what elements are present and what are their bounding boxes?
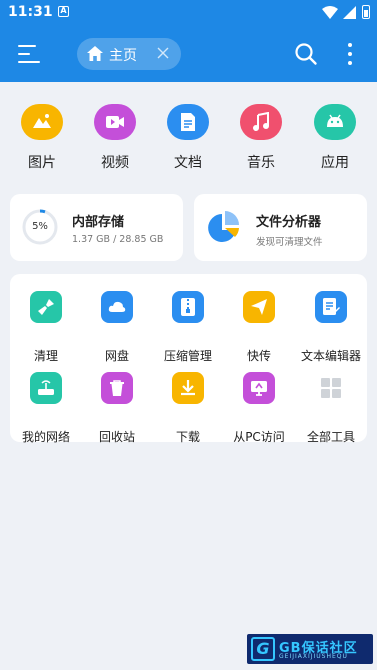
tool-download[interactable]: 下载 — [152, 372, 224, 444]
zip-icon — [181, 298, 195, 316]
internal-storage-card[interactable]: 5% 内部存储 1.37 GB / 28.85 GB — [10, 194, 183, 261]
tool-label: 压缩管理 — [163, 349, 212, 363]
cloud-icon — [108, 301, 126, 312]
storage-percent: 5% — [32, 221, 48, 232]
tools-panel: 清理 网盘 压缩管理 快传 文本编辑器 我的网络 回收站 下载 从PC访问 全部… — [10, 274, 367, 444]
category-row: 图片 视频 文档 音乐 应用 — [0, 104, 377, 174]
pie-chart-icon — [208, 211, 239, 242]
tool-quick-send[interactable]: 快传 — [223, 291, 295, 363]
watermark-subtext: GEIJIAXIJIUSHEQU — [279, 653, 348, 660]
image-icon — [33, 114, 51, 128]
tool-label: 我的网络 — [21, 430, 70, 444]
wifi-icon — [322, 6, 338, 19]
storage-title: 内部存储 — [72, 215, 125, 230]
send-icon — [251, 299, 267, 315]
document-icon — [181, 113, 195, 131]
category-music[interactable]: 音乐 — [231, 104, 291, 174]
status-time: 11:31 — [8, 4, 53, 20]
category-apps[interactable]: 应用 — [305, 104, 365, 174]
tab-home[interactable]: 主页 — [77, 38, 181, 70]
status-bar: 11:31 A — [0, 0, 377, 26]
category-images[interactable]: 图片 — [12, 104, 72, 174]
trash-icon — [110, 380, 124, 396]
android-icon — [327, 114, 343, 127]
tool-label: 从PC访问 — [233, 430, 285, 444]
search-icon[interactable] — [294, 42, 318, 66]
tool-pc-access[interactable]: 从PC访问 — [223, 372, 295, 444]
tool-label: 清理 — [33, 349, 58, 363]
music-icon — [253, 112, 269, 131]
battery-icon — [362, 5, 370, 19]
category-documents[interactable]: 文档 — [158, 104, 218, 174]
home-icon — [87, 46, 103, 61]
broom-icon — [38, 299, 54, 315]
video-icon — [106, 116, 124, 128]
router-icon — [38, 380, 54, 395]
tool-recycle-bin[interactable]: 回收站 — [81, 372, 153, 444]
tool-label: 快传 — [246, 349, 271, 363]
tool-text-editor[interactable]: 文本编辑器 — [295, 291, 367, 363]
category-label: 应用 — [321, 155, 349, 171]
tool-label: 全部工具 — [306, 430, 355, 444]
signal-icon — [343, 6, 356, 19]
category-label: 图片 — [28, 155, 56, 171]
grid-icon — [321, 378, 341, 398]
tool-zip-manager[interactable]: 压缩管理 — [152, 291, 224, 363]
more-options-icon[interactable] — [346, 42, 354, 66]
tab-label: 主页 — [109, 48, 137, 64]
menu-icon[interactable] — [18, 44, 40, 64]
storage-usage: 1.37 GB / 28.85 GB — [72, 234, 164, 245]
analyzer-subtitle: 发现可清理文件 — [256, 237, 323, 248]
tool-label: 回收站 — [98, 430, 135, 444]
category-label: 视频 — [101, 155, 129, 171]
category-label: 文档 — [174, 155, 202, 171]
watermark-g-icon: G — [251, 637, 275, 661]
analyzer-title: 文件分析器 — [256, 215, 322, 230]
tool-label: 文本编辑器 — [300, 349, 361, 363]
tool-label: 网盘 — [104, 349, 129, 363]
app-bar: 主页 — [0, 26, 377, 82]
file-analyzer-card[interactable]: 文件分析器 发现可清理文件 — [194, 194, 367, 261]
tool-my-network[interactable]: 我的网络 — [10, 372, 82, 444]
close-icon[interactable] — [156, 46, 170, 60]
text-editor-icon — [323, 298, 340, 315]
watermark-logo: G GB保话社区 GEIJIAXIJIUSHEQU — [247, 634, 373, 664]
pc-access-icon — [251, 381, 267, 396]
tool-cloud-drive[interactable]: 网盘 — [81, 291, 153, 363]
download-icon — [181, 380, 195, 396]
tool-clean[interactable]: 清理 — [10, 291, 82, 363]
tool-all-tools[interactable]: 全部工具 — [295, 372, 367, 444]
notification-a-icon: A — [58, 6, 69, 17]
category-label: 音乐 — [247, 155, 275, 171]
category-videos[interactable]: 视频 — [85, 104, 145, 174]
tool-label: 下载 — [175, 430, 200, 444]
